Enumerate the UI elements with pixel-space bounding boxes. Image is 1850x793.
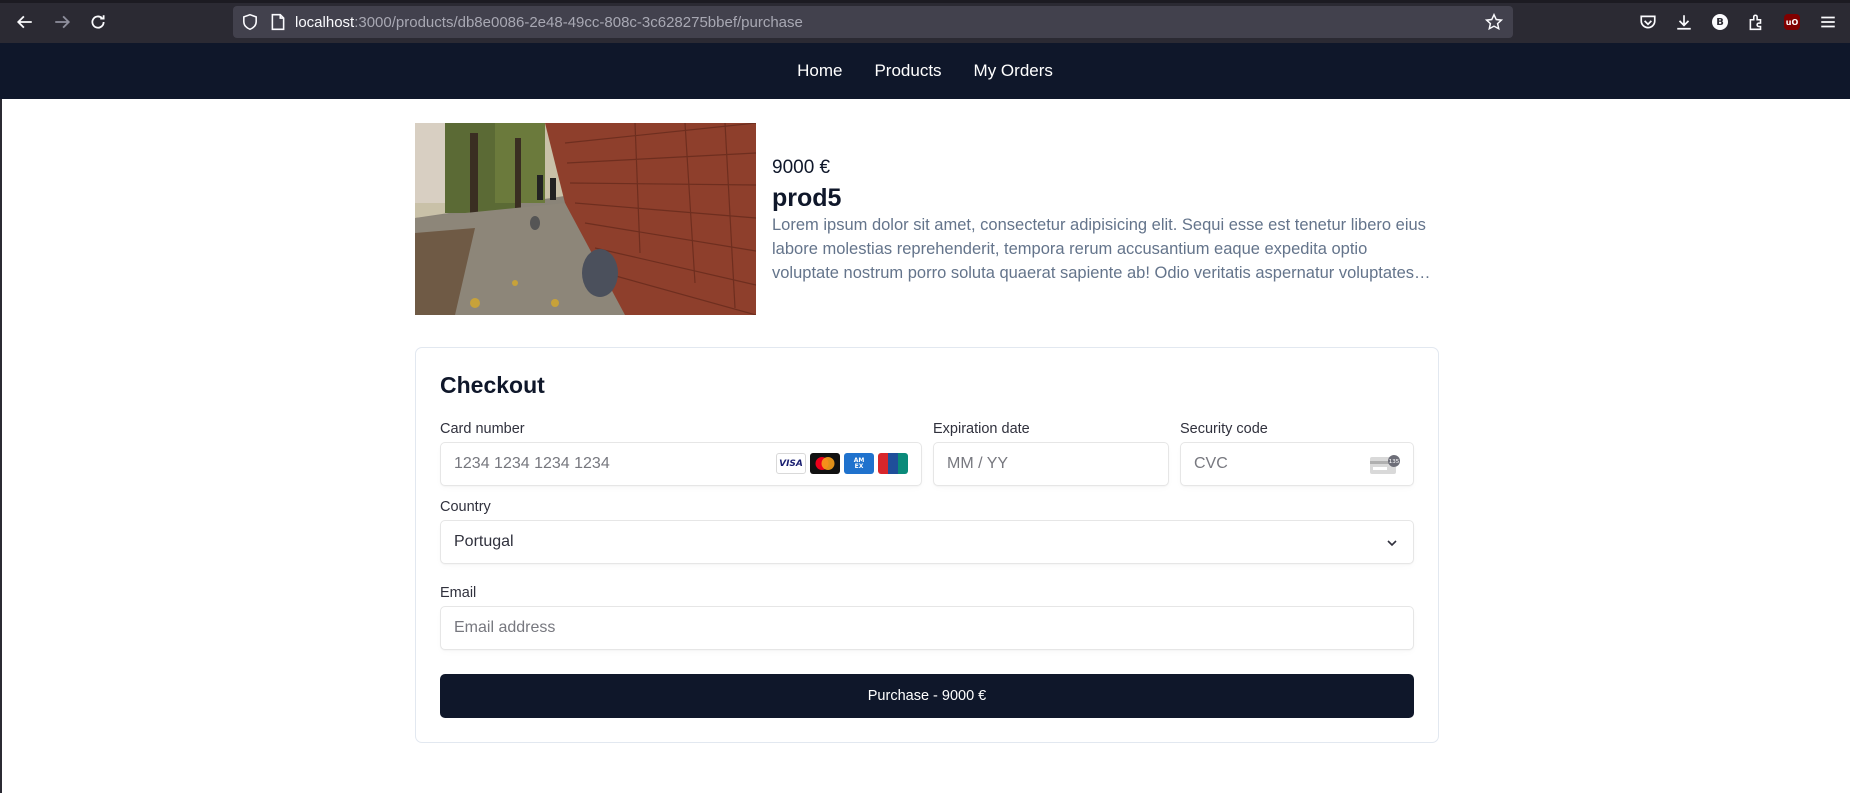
ublock-icon[interactable]: uO	[1782, 12, 1802, 32]
country-value: Portugal	[454, 533, 514, 550]
extensions-icon[interactable]	[1746, 12, 1766, 32]
security-code-label: Security code	[1180, 421, 1268, 437]
menu-icon[interactable]	[1818, 12, 1838, 32]
amex-icon: AM EX	[844, 453, 874, 474]
site-header: Home Products My Orders	[0, 43, 1850, 99]
purchase-button[interactable]: Purchase - 9000 €	[440, 674, 1414, 718]
cvc-hint: 135	[1389, 459, 1400, 465]
shield-icon[interactable]	[241, 13, 259, 31]
card-number-placeholder: 1234 1234 1234 1234	[454, 455, 610, 472]
cvc-card-icon: 135	[1370, 455, 1400, 474]
address-bar[interactable]: localhost:3000/products/db8e0086-2e48-49…	[233, 6, 1513, 38]
url-host: localhost	[295, 14, 355, 31]
email-label: Email	[440, 585, 477, 601]
nav-home-link[interactable]: Home	[797, 61, 842, 81]
checkout-title: Checkout	[440, 372, 545, 398]
expiration-label: Expiration date	[933, 421, 1030, 437]
main-nav: Home Products My Orders	[797, 61, 1053, 81]
ublock-letters: uO	[1784, 14, 1800, 30]
card-number-label: Card number	[440, 421, 525, 437]
security-code-placeholder: CVC	[1194, 455, 1228, 472]
browser-toolbar: localhost:3000/products/db8e0086-2e48-49…	[0, 0, 1850, 43]
product-description: Lorem ipsum dolor sit amet, consectetur …	[772, 216, 1426, 282]
profile-b-icon[interactable]: B	[1710, 12, 1730, 32]
chevron-down-icon	[1387, 540, 1397, 547]
visa-icon: VISA	[776, 453, 806, 474]
product-name: prod5	[772, 184, 842, 212]
checkout-card: Checkout Card number 1234 1234 1234 1234…	[415, 347, 1439, 743]
forward-arrow-icon[interactable]	[50, 10, 74, 34]
expiration-placeholder: MM / YY	[947, 455, 1009, 472]
url-text[interactable]: localhost:3000/products/db8e0086-2e48-49…	[295, 14, 803, 31]
country-select[interactable]: Portugal	[440, 520, 1414, 564]
security-code-input[interactable]: CVC 135	[1180, 442, 1414, 486]
tab-strip-edge	[0, 0, 1850, 3]
card-brands: VISA AM EX	[776, 453, 908, 474]
url-path: :3000/products/db8e0086-2e48-49cc-808c-3…	[354, 14, 803, 31]
mastercard-icon	[810, 453, 840, 474]
country-label: Country	[440, 499, 491, 515]
card-number-input[interactable]: 1234 1234 1234 1234 VISA AM EX	[440, 442, 922, 486]
star-icon[interactable]	[1485, 13, 1503, 31]
expiration-input[interactable]: MM / YY	[933, 442, 1169, 486]
profile-letter: B	[1712, 14, 1728, 30]
email-input[interactable]: Email address	[440, 606, 1414, 650]
page-icon[interactable]	[269, 13, 287, 31]
back-arrow-icon[interactable]	[13, 10, 37, 34]
download-icon[interactable]	[1674, 12, 1694, 32]
nav-my-orders-link[interactable]: My Orders	[974, 61, 1053, 81]
email-placeholder: Email address	[454, 619, 556, 636]
product-image	[415, 123, 756, 315]
reload-icon[interactable]	[86, 10, 110, 34]
unionpay-icon	[878, 453, 908, 474]
product-price: 9000 €	[772, 157, 831, 178]
nav-products-link[interactable]: Products	[874, 61, 941, 81]
pocket-icon[interactable]	[1638, 12, 1658, 32]
window-left-edge	[0, 99, 2, 793]
